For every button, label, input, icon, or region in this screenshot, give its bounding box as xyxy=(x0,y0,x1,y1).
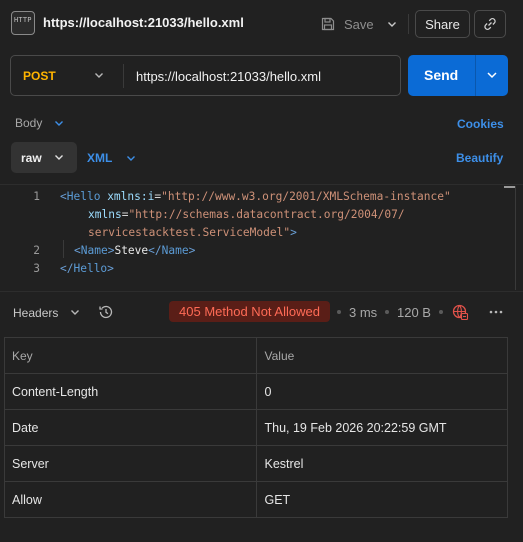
code-token: < xyxy=(74,244,81,257)
request-header-bar: HTTP https://localhost:21033/hello.xml S… xyxy=(0,0,523,48)
save-icon xyxy=(321,17,335,31)
code-token: </ xyxy=(148,244,162,257)
code-token: "http://schemas.datacontract.org/2004/07… xyxy=(128,208,405,221)
header-value[interactable]: Thu, 19 Feb 2026 20:22:59 GMT xyxy=(257,410,508,446)
separator-dot xyxy=(337,310,341,314)
header-divider xyxy=(408,14,409,34)
code-token: > xyxy=(188,244,196,257)
header-key[interactable]: Content-Length xyxy=(5,374,257,410)
line-number: 1 xyxy=(33,190,40,203)
separator-dot xyxy=(385,310,389,314)
code-token: Steve xyxy=(114,244,149,257)
separator-dot xyxy=(439,310,443,314)
http-icon-label: HTTP xyxy=(14,16,32,24)
response-divider xyxy=(0,291,523,292)
column-header-key: Key xyxy=(5,338,257,374)
chevron-down-icon xyxy=(55,155,63,160)
chevron-down-icon xyxy=(388,22,396,27)
header-key[interactable]: Date xyxy=(5,410,257,446)
code-token: "http://www.w3.org/2001/XMLSchema-instan… xyxy=(161,190,451,203)
copy-link-button[interactable] xyxy=(474,10,506,38)
url-divider xyxy=(123,64,124,88)
chevron-down-icon[interactable] xyxy=(485,68,499,82)
chevron-down-icon[interactable] xyxy=(69,306,81,318)
indent-guide xyxy=(63,240,64,258)
code-token: Name xyxy=(80,244,108,257)
column-header-value: Value xyxy=(257,338,508,374)
body-mode-label: raw xyxy=(21,151,42,165)
code-token: Hello xyxy=(73,262,108,275)
send-button[interactable]: Send xyxy=(424,67,458,83)
send-divider xyxy=(475,55,476,96)
header-key[interactable]: Server xyxy=(5,446,257,482)
response-headers-table: Key Value Content-Length 0 Date Thu, 19 … xyxy=(4,337,508,518)
chevron-down-icon[interactable] xyxy=(53,117,65,129)
chevron-down-icon[interactable] xyxy=(125,152,137,164)
code-token: </ xyxy=(60,262,74,275)
header-value[interactable]: 0 xyxy=(257,374,508,410)
table-row: Date Thu, 19 Feb 2026 20:22:59 GMT xyxy=(5,410,508,446)
tab-headers[interactable]: Headers xyxy=(13,306,58,320)
code-token: servicestacktest.ServiceModel" xyxy=(88,226,291,239)
code-token: Name xyxy=(161,244,189,257)
tab-body[interactable]: Body xyxy=(15,116,42,130)
code-line: <Name>Steve</Name> xyxy=(74,244,195,257)
send-button-group: Send xyxy=(408,55,508,96)
table-row: Server Kestrel xyxy=(5,446,508,482)
code-line: servicestacktest.ServiceModel"> xyxy=(88,226,297,239)
more-icon[interactable] xyxy=(488,303,504,321)
save-label: Save xyxy=(344,16,374,32)
save-button[interactable]: Save xyxy=(320,12,374,36)
line-number: 3 xyxy=(33,262,40,275)
code-token: xmlns:i xyxy=(107,190,155,203)
header-value[interactable]: GET xyxy=(257,482,508,518)
url-bar: POST https://localhost:21033/hello.xml xyxy=(10,55,401,96)
request-title: https://localhost:21033/hello.xml xyxy=(43,15,244,30)
link-icon xyxy=(484,18,496,30)
header-value[interactable]: Kestrel xyxy=(257,446,508,482)
table-header-row: Key Value xyxy=(5,338,508,374)
body-mode-select[interactable]: raw xyxy=(11,142,77,173)
response-size[interactable]: 120 B xyxy=(397,305,431,320)
code-line: </Hello> xyxy=(60,262,114,275)
table-row: Allow GET xyxy=(5,482,508,518)
header-key[interactable]: Allow xyxy=(5,482,257,518)
code-token: < xyxy=(60,190,67,203)
body-language-select[interactable]: XML xyxy=(87,151,112,165)
code-line: xmlns="http://schemas.datacontract.org/2… xyxy=(88,208,405,221)
http-icon: HTTP xyxy=(11,11,35,35)
cookies-link[interactable]: Cookies xyxy=(457,117,504,131)
status-badge[interactable]: 405 Method Not Allowed xyxy=(169,301,330,322)
share-button[interactable]: Share xyxy=(415,10,470,38)
chevron-down-icon[interactable] xyxy=(93,69,105,81)
table-row: Content-Length 0 xyxy=(5,374,508,410)
editor-scrollbar[interactable] xyxy=(515,186,516,290)
code-token: Hello xyxy=(66,190,101,203)
save-options-button[interactable] xyxy=(382,14,402,34)
editor-top-border xyxy=(0,184,523,185)
history-icon[interactable] xyxy=(97,303,115,321)
url-input[interactable]: https://localhost:21033/hello.xml xyxy=(136,69,321,84)
code-token: xmlns xyxy=(88,208,122,221)
response-time[interactable]: 3 ms xyxy=(349,305,377,320)
line-number: 2 xyxy=(33,244,40,257)
globe-icon[interactable] xyxy=(451,303,469,321)
beautify-button[interactable]: Beautify xyxy=(456,151,503,165)
code-token: > xyxy=(107,262,114,275)
code-token: > xyxy=(290,226,297,239)
method-select[interactable]: POST xyxy=(23,69,56,83)
code-line: <Hello xmlns:i="http://www.w3.org/2001/X… xyxy=(60,190,451,203)
